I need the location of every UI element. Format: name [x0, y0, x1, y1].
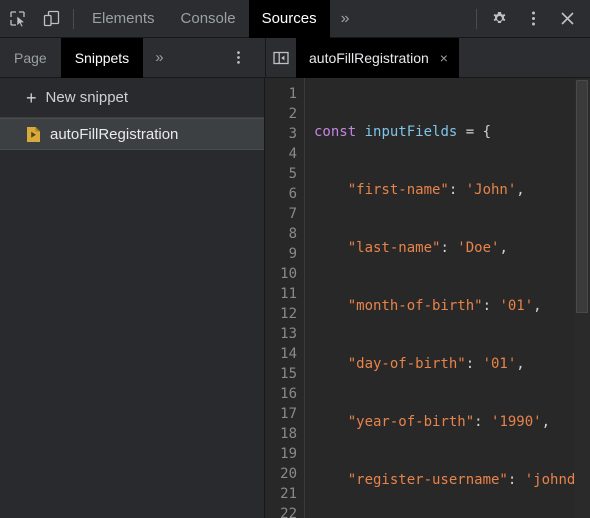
line-number: 4	[288, 146, 297, 162]
line-number: 2	[288, 106, 297, 122]
line-number: 21	[280, 486, 297, 502]
sources-subtoolbar: Page Snippets » autoFillRegistration ×	[0, 37, 590, 78]
more-options-icon[interactable]	[516, 4, 550, 34]
tab-console[interactable]: Console	[168, 0, 249, 38]
line-number: 12	[280, 306, 297, 322]
code-line: const inputFields = {	[314, 124, 492, 140]
line-number-gutter: 1 2 3 4 5 6 7 8 9 10 11 12 13 14 15 16 1…	[265, 78, 305, 518]
line-number: 11	[280, 286, 297, 302]
plus-icon: +	[26, 87, 37, 108]
main-toolbar: Elements Console Sources »	[0, 0, 590, 38]
line-number: 16	[280, 386, 297, 402]
toolbar-divider-2	[476, 8, 477, 29]
code-line: "year-of-birth": '1990',	[314, 414, 551, 430]
snippet-file-icon	[26, 126, 41, 143]
line-number: 17	[280, 406, 297, 422]
snippets-panel: + New snippet autoFillRegistration	[0, 78, 265, 518]
new-snippet-label: New snippet	[45, 89, 129, 106]
editor-tabbar: autoFillRegistration ×	[265, 37, 590, 78]
line-number: 10	[280, 266, 297, 282]
line-number: 13	[280, 326, 297, 342]
tab-sources[interactable]: Sources	[248, 0, 330, 38]
code-line: "day-of-birth": '01',	[314, 356, 525, 372]
line-number: 9	[288, 246, 297, 262]
gear-icon[interactable]	[482, 4, 516, 34]
toolbar-right-group	[471, 4, 590, 34]
tab-page[interactable]: Page	[0, 38, 61, 78]
line-number: 8	[288, 226, 297, 242]
snippet-name: autoFillRegistration	[50, 125, 179, 143]
line-number: 15	[280, 366, 297, 382]
new-snippet-button[interactable]: + New snippet	[0, 78, 264, 118]
devtools-window: Elements Console Sources » Page Snippets…	[0, 0, 590, 518]
line-number: 7	[288, 206, 297, 222]
code-content[interactable]: const inputFields = { "first-name": 'Joh…	[305, 78, 590, 518]
line-number: 3	[288, 126, 297, 142]
editor-vertical-scrollbar[interactable]	[574, 78, 590, 518]
close-icon[interactable]	[550, 4, 584, 34]
tab-elements[interactable]: Elements	[79, 0, 168, 38]
list-item[interactable]: autoFillRegistration	[0, 118, 264, 150]
more-navigator-tabs-chevron-icon[interactable]: »	[143, 38, 174, 78]
sources-body: + New snippet autoFillRegistration 1 2 3…	[0, 78, 590, 518]
more-panels-chevron-icon[interactable]: »	[330, 0, 360, 38]
code-line: "last-name": 'Doe',	[314, 240, 508, 256]
toolbar-divider-1	[73, 8, 74, 29]
line-number: 6	[288, 186, 297, 202]
editor-tab-autofillregistration[interactable]: autoFillRegistration ×	[296, 37, 459, 78]
line-number: 14	[280, 346, 297, 362]
line-number: 22	[280, 506, 297, 518]
line-number: 20	[280, 466, 297, 482]
line-number: 5	[288, 166, 297, 182]
code-line: "month-of-birth": '01',	[314, 298, 542, 314]
code-editor[interactable]: 1 2 3 4 5 6 7 8 9 10 11 12 13 14 15 16 1…	[265, 78, 590, 518]
editor-tab-close-icon[interactable]: ×	[437, 51, 451, 65]
navigator-tabs: Page Snippets »	[0, 37, 265, 78]
panel-tabs: Elements Console Sources »	[79, 0, 360, 38]
inspect-element-icon[interactable]	[0, 4, 34, 34]
editor-scrollbar-thumb[interactable]	[576, 80, 588, 313]
line-number: 19	[280, 446, 297, 462]
toggle-navigator-icon[interactable]	[266, 38, 296, 78]
code-line: "register-username": 'johndoe',	[314, 472, 590, 488]
line-number: 1	[288, 86, 297, 102]
editor-tab-label: autoFillRegistration	[309, 49, 429, 66]
tab-snippets[interactable]: Snippets	[60, 37, 144, 78]
device-toolbar-icon[interactable]	[34, 4, 68, 34]
navigator-more-options-icon[interactable]	[225, 44, 251, 72]
code-line: "first-name": 'John',	[314, 182, 525, 198]
line-number: 18	[280, 426, 297, 442]
